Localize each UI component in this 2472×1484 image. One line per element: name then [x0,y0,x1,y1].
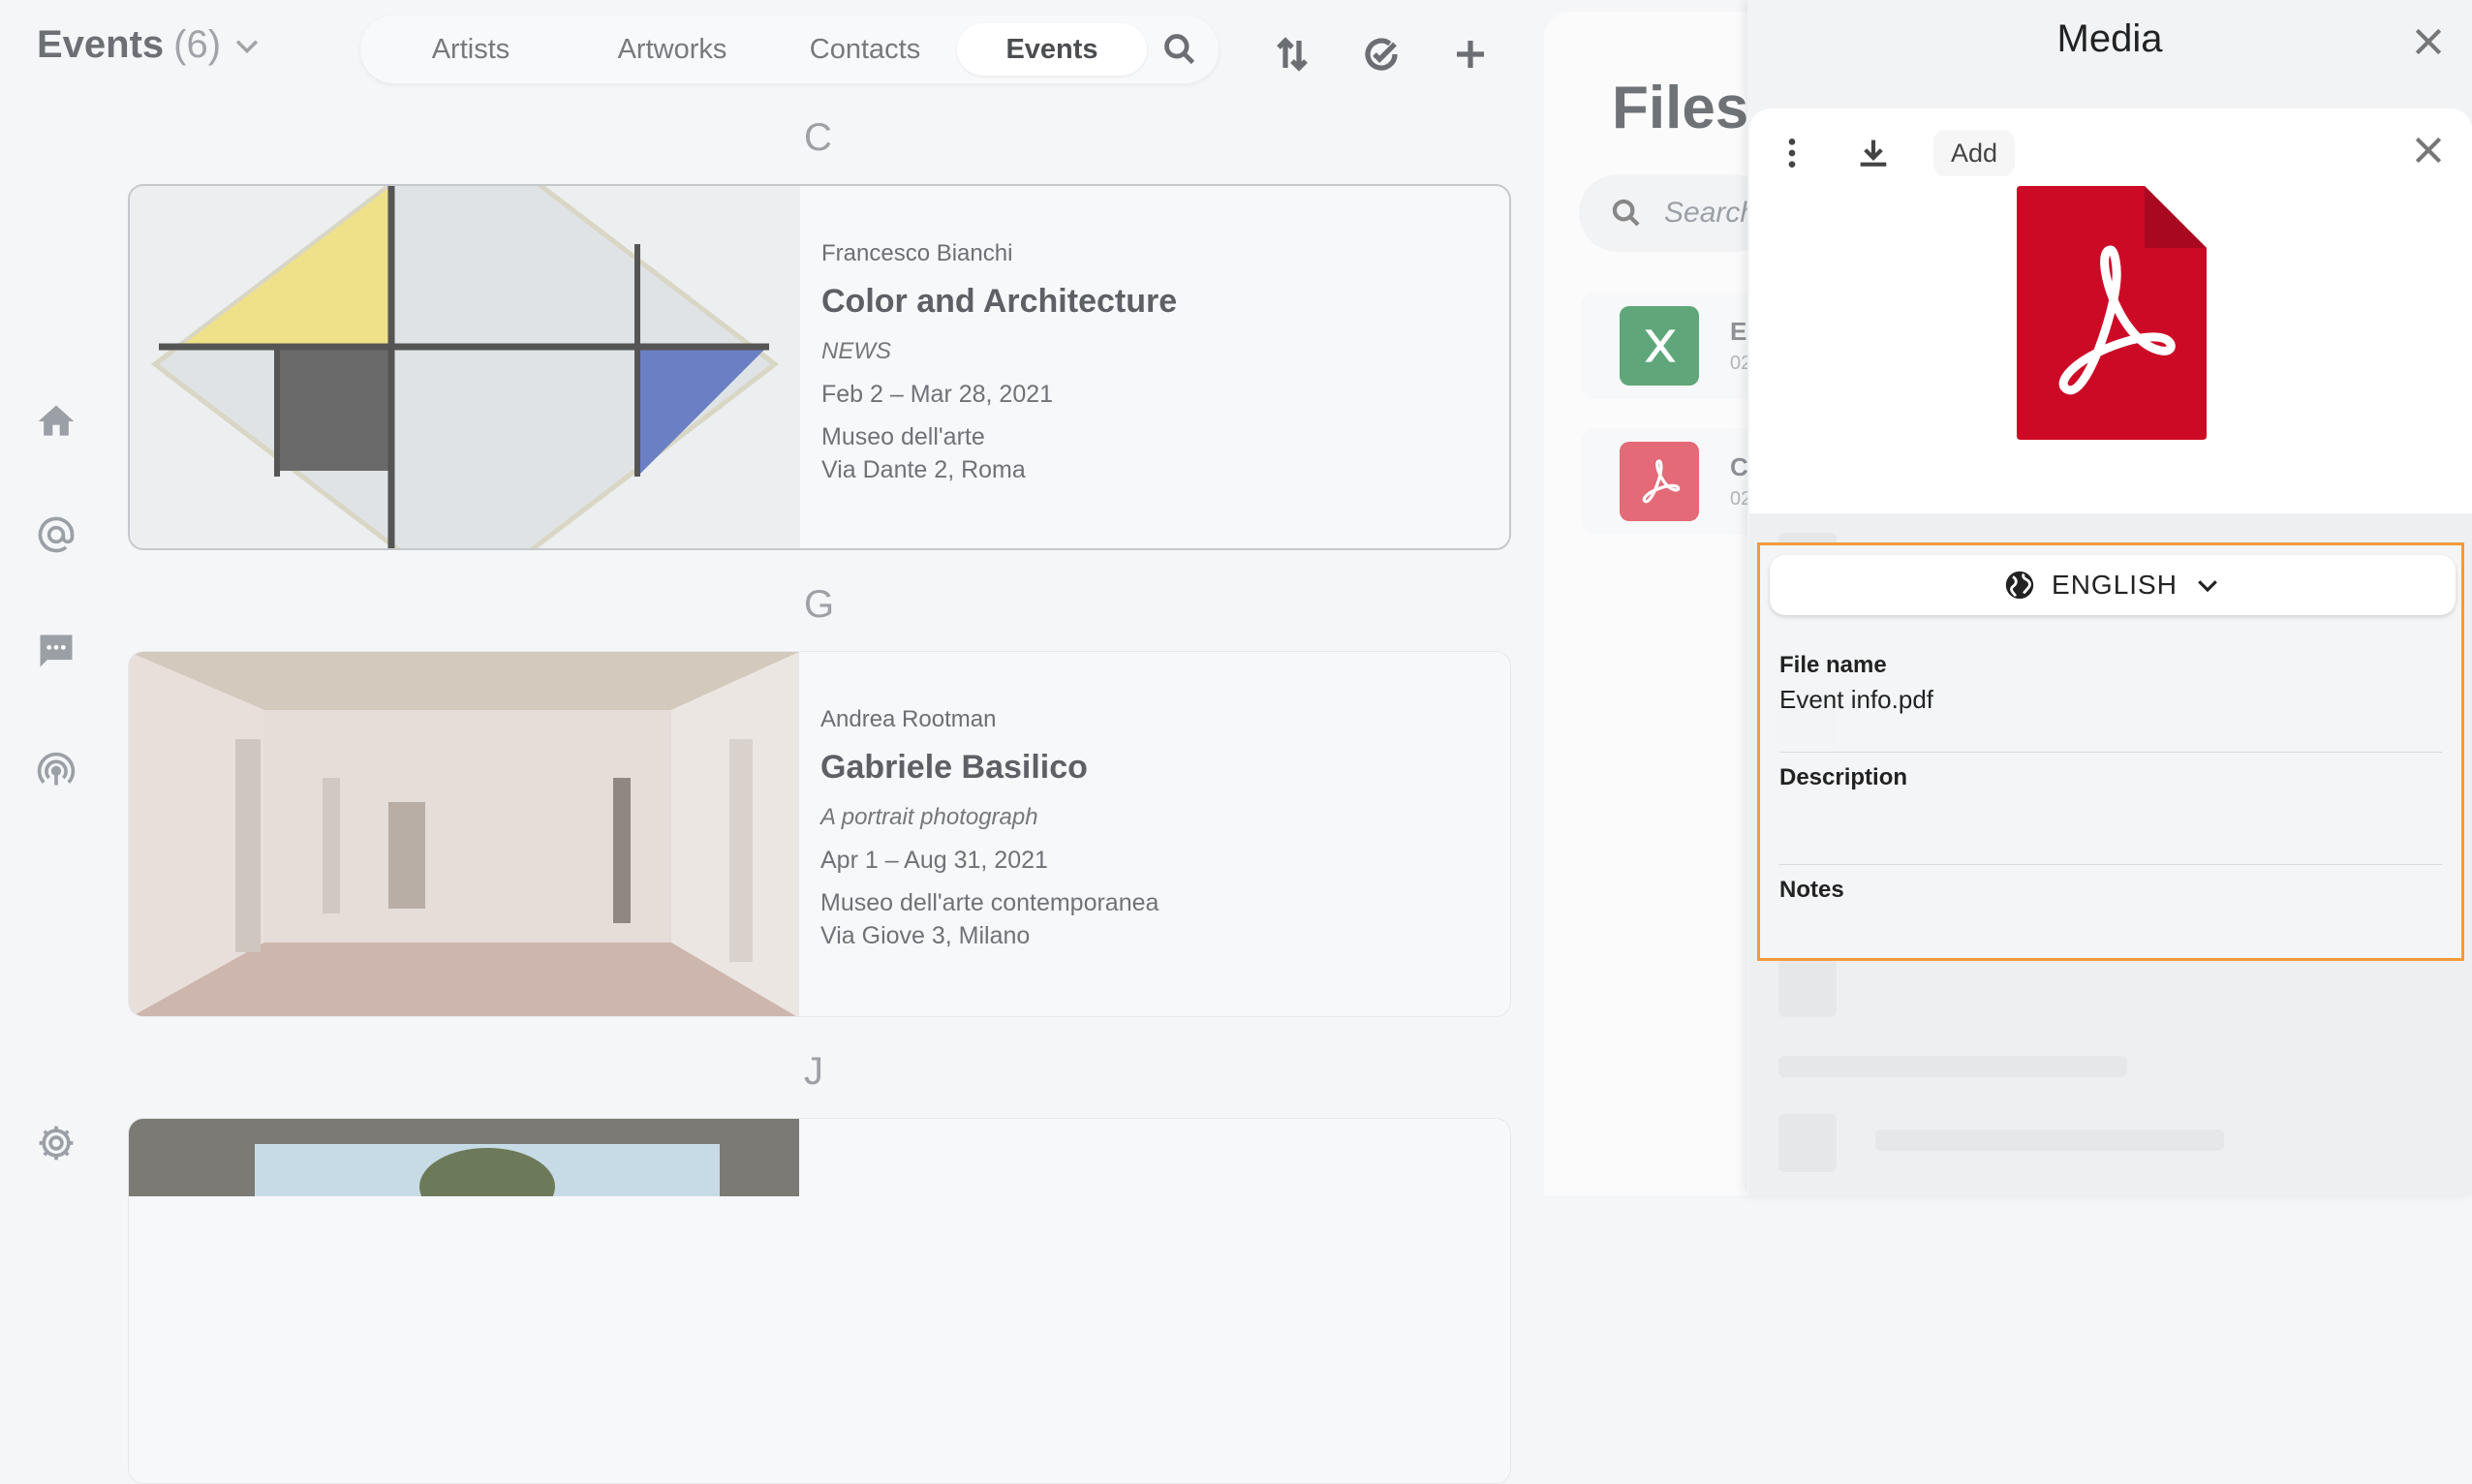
chat-icon[interactable] [35,630,77,672]
event-address: Via Giove 3, Milano [820,922,1031,949]
main-nav: Artists Artworks Contacts Events [360,15,1219,83]
artwork-thumbnail [129,652,799,1016]
section-letter: C [804,116,832,159]
notes-value [1779,910,2442,939]
add-event-button[interactable] [1443,27,1498,81]
event-card[interactable]: Francesco Bianchi Color and Architecture… [128,184,1511,550]
sort-icon [1277,37,1308,72]
pdf-icon [1620,442,1699,521]
page-title[interactable]: Events (6) [37,23,263,67]
file-name-field[interactable]: File name Event info.pdf [1779,652,2442,753]
event-card[interactable]: Andrea Rootman Gabriele Basilico A portr… [128,651,1511,1017]
event-venue: Museo dell'arte contemporanea [820,889,1159,916]
at-icon[interactable] [35,513,77,556]
settings-icon[interactable] [35,1122,77,1164]
close-media-button[interactable] [2406,19,2451,64]
language-label: ENGLISH [2052,570,2178,600]
download-icon [1860,139,1887,167]
file-row[interactable]: El 02 [1581,293,1775,399]
file-row[interactable]: C 02 [1581,428,1775,535]
description-label: Description [1779,764,1908,790]
section-letter: G [804,583,835,626]
event-artist: Francesco Bianchi [821,240,1013,266]
event-count: (6) [173,23,222,66]
event-title: Color and Architecture [821,283,1178,320]
tab-artists[interactable]: Artists [370,23,572,76]
event-venue: Museo dell'arte [821,423,985,450]
language-selector[interactable]: ENGLISH [1770,555,2456,615]
description-field[interactable]: Description [1779,764,2442,865]
event-dates: Feb 2 – Mar 28, 2021 [821,381,1054,408]
chevron-down-icon [235,39,259,53]
media-details-form: ENGLISH File name Event info.pdf Descrip… [1757,542,2464,961]
add-button[interactable]: Add [1933,130,2016,176]
event-address: Via Dante 2, Roma [821,456,1026,483]
check-circle-icon [1365,38,1398,71]
download-button[interactable] [1850,130,1897,176]
sort-button[interactable] [1265,27,1319,81]
files-search-placeholder: Search [1664,197,1757,229]
globe-icon [2005,571,2034,600]
artwork-thumbnail [129,1119,799,1483]
event-card[interactable] [128,1118,1511,1484]
search-button[interactable] [1151,23,1209,76]
chevron-down-icon [2198,580,2217,593]
section-letter: J [804,1050,823,1093]
more-options-button[interactable] [1771,130,1813,176]
search-icon [1164,34,1195,65]
event-title: Gabriele Basilico [820,749,1088,786]
files-title: Files [1612,75,1749,141]
select-button[interactable] [1354,27,1408,81]
files-search[interactable]: Search [1579,174,1773,252]
close-icon [2415,28,2442,55]
notes-label: Notes [1779,877,1844,903]
event-subtitle: NEWS [821,338,891,364]
broadcast-icon[interactable] [35,748,77,790]
event-subtitle: A portrait photograph [820,804,1038,830]
plus-icon [1457,41,1484,68]
page-title-label: Events [37,23,165,66]
event-dates: Apr 1 – Aug 31, 2021 [820,847,1048,874]
tab-events[interactable]: Events [957,23,1147,76]
tab-artworks[interactable]: Artworks [572,23,773,76]
tab-contacts[interactable]: Contacts [773,23,957,76]
close-icon [2415,137,2442,164]
home-icon[interactable] [35,400,77,443]
pdf-icon [2017,186,2207,440]
search-icon [1612,199,1640,227]
excel-icon [1620,306,1699,386]
file-name-label: File name [1779,652,1887,678]
description-value [1779,797,2442,826]
media-title: Media [2056,17,2163,60]
more-vertical-icon [1788,139,1796,168]
notes-field[interactable]: Notes [1779,877,2442,944]
artwork-thumbnail [130,186,800,548]
event-artist: Andrea Rootman [820,706,997,732]
file-name-value: Event info.pdf [1779,685,1933,714]
close-preview-button[interactable] [2406,128,2451,172]
